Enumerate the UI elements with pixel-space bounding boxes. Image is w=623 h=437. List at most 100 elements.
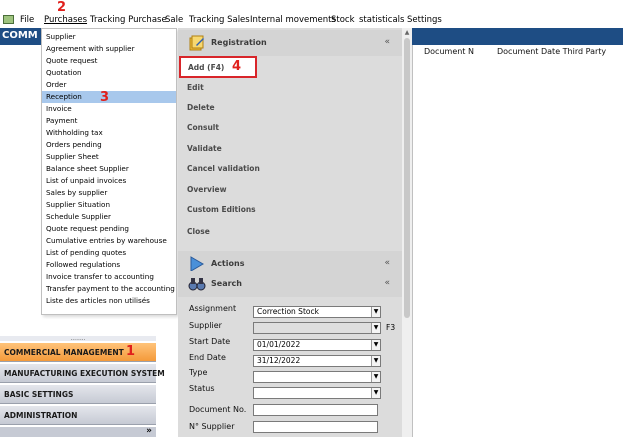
nav-basic-settings[interactable]: BASIC SETTINGS: [0, 384, 156, 404]
menu-item-quote-request[interactable]: Quote request: [42, 55, 176, 67]
status-label: Status: [189, 384, 215, 393]
supplier-select[interactable]: ▼: [253, 322, 381, 334]
chevron-down-icon[interactable]: ▼: [371, 323, 380, 333]
menu-item-supplier-situation[interactable]: Supplier Situation: [42, 199, 176, 211]
menu-item-orders-pending[interactable]: Orders pending: [42, 139, 176, 151]
play-icon: [190, 256, 204, 272]
chevron-down-icon[interactable]: ▼: [371, 388, 380, 398]
menu-statisticals[interactable]: statisticals: [359, 15, 404, 25]
search-title: Search: [211, 279, 242, 288]
registration-title: Registration: [211, 38, 267, 47]
menu-tracking-sales[interactable]: Tracking Sales: [189, 15, 250, 25]
binoculars-icon: [188, 278, 206, 291]
menu-item-balance-sheet[interactable]: Balance sheet Supplier: [42, 163, 176, 175]
menu-item-unused-articles[interactable]: Liste des articles non utilisés: [42, 295, 176, 307]
supplier-shortcut: F3: [386, 323, 396, 332]
supplier-label: Supplier: [189, 321, 222, 330]
menu-item-payment[interactable]: Payment: [42, 115, 176, 127]
add-button-label: Add (F4): [188, 63, 225, 72]
assignment-value: Correction Stock: [257, 307, 319, 316]
app-icon[interactable]: [3, 15, 14, 24]
grid-title-bar: [412, 28, 623, 45]
annotation-2: 2: [57, 0, 67, 15]
end-date-label: End Date: [189, 353, 226, 362]
menu-item-order[interactable]: Order: [42, 79, 176, 91]
menu-sale[interactable]: Sale: [165, 15, 183, 25]
column-header-document-date[interactable]: Document Date Third Party: [497, 47, 606, 56]
menu-item-supplier-sheet[interactable]: Supplier Sheet: [42, 151, 176, 163]
annotation-4: 4: [232, 59, 242, 74]
type-label: Type: [189, 368, 208, 377]
edit-link[interactable]: Edit: [187, 83, 204, 92]
menu-item-cumulative-entries[interactable]: Cumulative entries by warehouse: [42, 235, 176, 247]
validate-link[interactable]: Validate: [187, 144, 222, 153]
expand-icon[interactable]: »: [146, 426, 152, 436]
menu-item-quotation[interactable]: Quotation: [42, 67, 176, 79]
cancel-validation-link[interactable]: Cancel validation: [187, 164, 260, 173]
menu-item-schedule-supplier[interactable]: Schedule Supplier: [42, 211, 176, 223]
annotation-1: 1: [126, 344, 136, 359]
column-header-document-n[interactable]: Document N: [424, 47, 474, 56]
task-panel-scrollbar[interactable]: ▲: [402, 28, 412, 437]
add-button[interactable]: Add (F4): [179, 56, 257, 78]
menu-item-invoice[interactable]: Invoice: [42, 103, 176, 115]
menubar: File Purchases Tracking Purchase Sale Tr…: [0, 12, 623, 28]
status-select[interactable]: ▼: [253, 387, 381, 399]
consult-link[interactable]: Consult: [187, 123, 219, 132]
menu-file[interactable]: File: [20, 15, 34, 25]
nav-manufacturing-execution[interactable]: MANUFACTURING EXECUTION SYSTEM: [0, 363, 165, 383]
menu-item-quote-request-pending[interactable]: Quote request pending: [42, 223, 176, 235]
document-no-label: Document No.: [189, 405, 247, 414]
scroll-thumb[interactable]: [404, 38, 410, 318]
menu-item-pending-quotes[interactable]: List of pending quotes: [42, 247, 176, 259]
assignment-label: Assignment: [189, 304, 237, 313]
collapse-icon[interactable]: «: [384, 258, 390, 268]
custom-editions-link[interactable]: Custom Editions: [187, 205, 256, 214]
registration-icon: [189, 35, 204, 51]
collapse-icon[interactable]: «: [384, 37, 390, 47]
menu-item-invoice-transfer[interactable]: Invoice transfer to accounting: [42, 271, 176, 283]
annotation-3: 3: [100, 90, 110, 105]
assignment-select[interactable]: Correction Stock ▼: [253, 306, 381, 318]
nav-splitter[interactable]: ........: [0, 336, 156, 342]
menu-internal-movements[interactable]: Internal movements: [250, 15, 336, 25]
task-panel: Registration « Add (F4) 4 Edit Delete Co…: [178, 28, 402, 437]
module-title: COMM: [0, 28, 42, 45]
end-date-input[interactable]: 31/12/2022 ▼: [253, 355, 381, 367]
overview-link[interactable]: Overview: [187, 185, 227, 194]
menu-item-unpaid-invoices[interactable]: List of unpaid invoices: [42, 175, 176, 187]
chevron-down-icon[interactable]: ▼: [371, 372, 380, 382]
actions-title: Actions: [211, 259, 245, 268]
documents-grid[interactable]: Document N Document Date Third Party: [412, 45, 623, 437]
n-supplier-input[interactable]: [253, 421, 378, 433]
chevron-down-icon[interactable]: ▼: [371, 307, 380, 317]
close-link[interactable]: Close: [187, 227, 210, 236]
start-date-input[interactable]: 01/01/2022 ▼: [253, 339, 381, 351]
search-header[interactable]: Search «: [178, 271, 402, 297]
menu-item-followed-regulations[interactable]: Followed regulations: [42, 259, 176, 271]
collapse-icon[interactable]: «: [384, 278, 390, 288]
chevron-down-icon[interactable]: ▼: [371, 356, 380, 366]
start-date-value: 01/01/2022: [257, 340, 301, 349]
menu-item-withholding-tax[interactable]: Withholding tax: [42, 127, 176, 139]
delete-link[interactable]: Delete: [187, 103, 215, 112]
chevron-down-icon[interactable]: ▼: [371, 340, 380, 350]
registration-header[interactable]: Registration «: [178, 30, 402, 56]
menu-item-payment-transfer[interactable]: Transfer payment to the accounting: [42, 283, 176, 295]
end-date-value: 31/12/2022: [257, 356, 301, 365]
start-date-label: Start Date: [189, 337, 231, 346]
purchases-dropdown: Supplier Agreement with supplier Quote r…: [41, 28, 177, 315]
menu-stock[interactable]: Stock: [331, 15, 355, 25]
type-select[interactable]: ▼: [253, 371, 381, 383]
menu-item-sales-by-supplier[interactable]: Sales by supplier: [42, 187, 176, 199]
menu-settings[interactable]: Settings: [407, 15, 442, 25]
menu-tracking-purchase[interactable]: Tracking Purchase: [90, 15, 167, 25]
scroll-up-icon[interactable]: ▲: [402, 28, 412, 38]
document-no-input[interactable]: [253, 404, 378, 416]
menu-item-supplier[interactable]: Supplier: [42, 31, 176, 43]
nav-footer: »: [0, 426, 156, 437]
nav-administration[interactable]: ADMINISTRATION: [0, 405, 156, 425]
menu-item-agreement[interactable]: Agreement with supplier: [42, 43, 176, 55]
n-supplier-label: N° Supplier: [189, 422, 235, 431]
menu-purchases[interactable]: Purchases: [44, 15, 87, 25]
